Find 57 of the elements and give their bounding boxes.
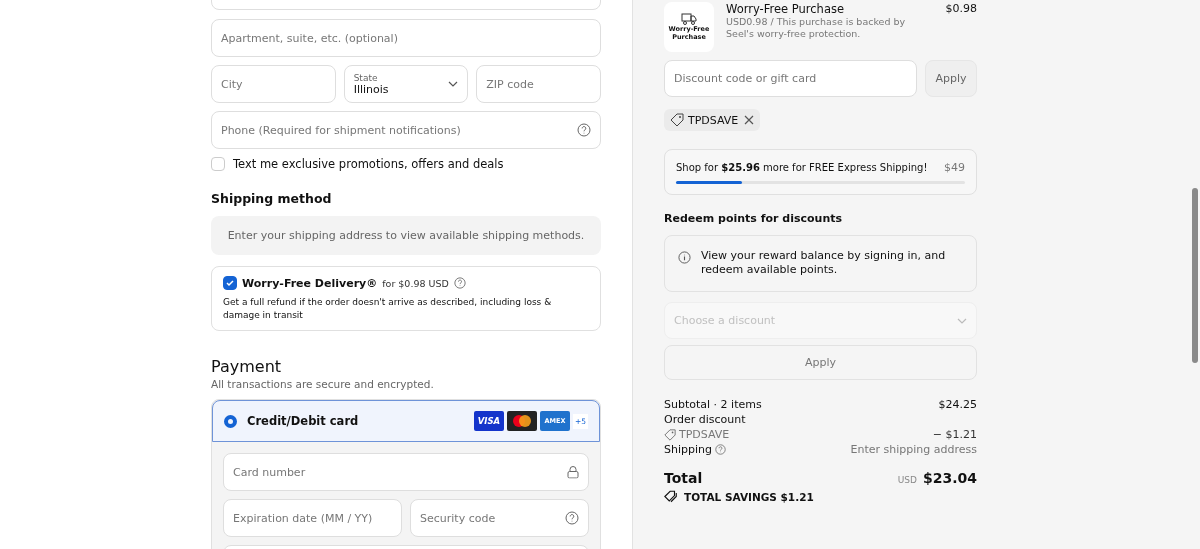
free-shipping-message: Shop for $25.96 more for FREE Express Shipping! <box>676 161 928 175</box>
visa-card-icon: VISA <box>473 411 504 432</box>
mastercard-icon <box>506 411 537 432</box>
shipping-value: Enter shipping address <box>850 443 977 457</box>
truck-icon <box>681 12 697 25</box>
tag-icon <box>670 113 684 127</box>
tag-icon <box>664 428 676 441</box>
tags-icon <box>664 490 678 504</box>
checkbox[interactable] <box>223 276 237 290</box>
apartment-field[interactable]: Apartment, suite, etc. (optional) <box>211 19 601 57</box>
discount-code: TPDSAVE <box>664 428 730 442</box>
total-savings: TOTAL SAVINGS $1.21 <box>684 490 814 503</box>
scrollbar[interactable] <box>1192 188 1198 363</box>
chevron-down-icon <box>448 81 459 87</box>
lock-icon <box>567 465 579 479</box>
worry-free-description: Get a full refund if the order doesn't arrive as described, including loss & damage in transit <box>223 296 553 322</box>
security-code-field[interactable]: Security code <box>410 499 589 538</box>
state-select[interactable]: State Illinois <box>343 65 469 103</box>
close-icon[interactable] <box>744 115 755 125</box>
item-description: USD0.98 / This purchase is backed by Seel's worry-free protection. <box>726 16 907 41</box>
redeem-heading: Redeem points for discounts <box>664 211 844 225</box>
radio-button[interactable] <box>224 414 237 428</box>
payment-heading: Payment <box>211 357 283 377</box>
discount-value: − $1.21 <box>932 428 977 442</box>
phone-field[interactable]: Phone (Required for shipment notifications) <box>211 111 601 149</box>
payment-subtitle: All transactions are secure and encrypted. <box>211 378 435 391</box>
worry-free-price: for $0.98 USD <box>382 277 449 289</box>
checkmark-icon <box>225 278 235 288</box>
discount-code-field[interactable]: Discount code or gift card <box>664 60 917 97</box>
help-icon <box>715 444 726 456</box>
promotions-label: Text me exclusive promotions, offers and deals <box>233 157 504 171</box>
info-icon <box>678 250 691 264</box>
card-number-field[interactable]: Card number <box>223 453 589 492</box>
expiration-field[interactable]: Expiration date (MM / YY) <box>223 499 402 538</box>
reward-info-text: View your reward balance by signing in, and redeem available points. <box>701 248 947 279</box>
apply-button[interactable]: Apply <box>664 345 977 381</box>
discount-label: Order discount <box>664 413 746 427</box>
help-icon <box>565 511 579 526</box>
shipping-notice: Enter your shipping address to view available shipping methods. <box>211 216 601 255</box>
item-title: Worry-Free Purchase <box>726 2 846 16</box>
apply-button[interactable]: Apply <box>925 60 977 97</box>
total-label: Total <box>664 470 703 487</box>
subtotal-label: Subtotal · 2 items <box>664 398 762 412</box>
city-field[interactable]: City <box>211 65 336 103</box>
total-value: $23.04 <box>922 470 977 487</box>
currency-label: USD <box>897 475 917 486</box>
chevron-down-icon <box>957 317 967 324</box>
help-icon <box>453 277 466 289</box>
subtotal-value: $24.25 <box>938 398 977 412</box>
item-price: $0.98 <box>945 2 977 15</box>
worry-free-title: Worry-Free Delivery® <box>242 276 378 290</box>
help-icon <box>577 123 591 137</box>
shipping-method-heading: Shipping method <box>211 191 333 206</box>
zip-field[interactable]: ZIP code <box>476 65 601 103</box>
free-shipping-goal: $49 <box>944 161 965 175</box>
shipping-label: Shipping <box>664 443 712 457</box>
credit-card-label: Credit/Debit card <box>247 414 360 429</box>
